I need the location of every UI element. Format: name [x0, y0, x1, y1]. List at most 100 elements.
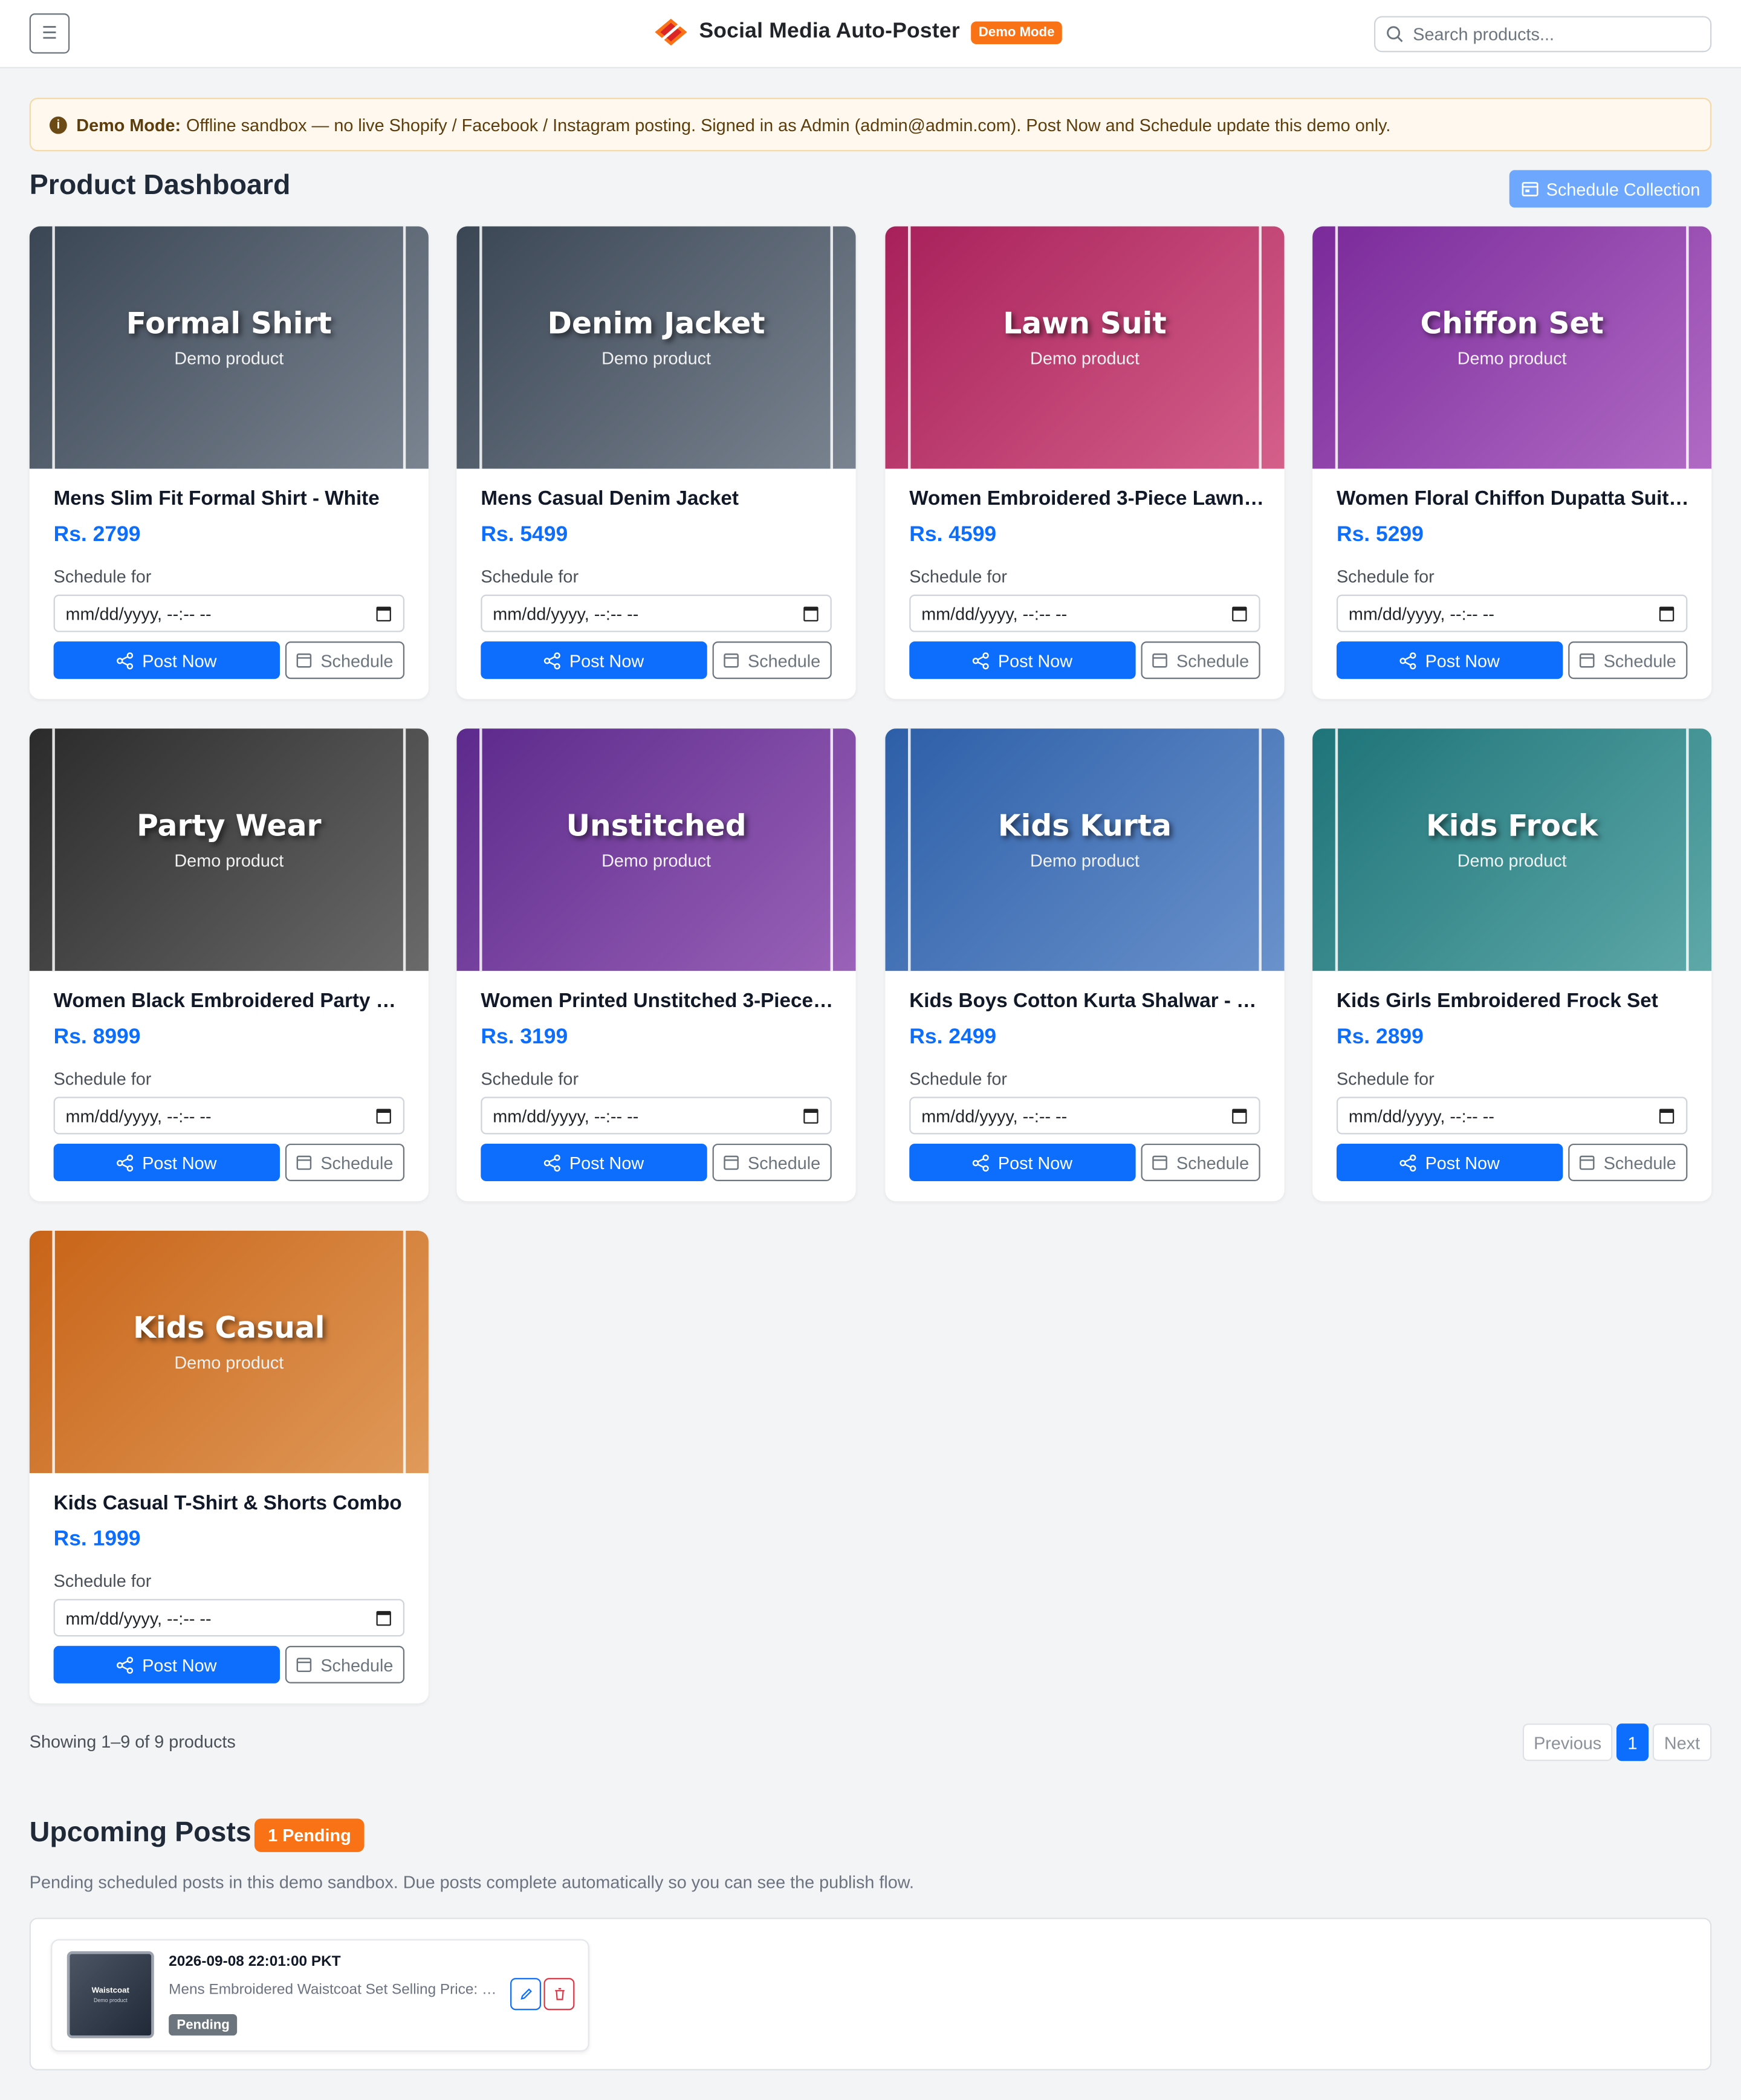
product-price: Rs. 2499: [909, 1025, 997, 1049]
schedule-datetime-input[interactable]: mm/dd/yyyy, --:-- --: [53, 1097, 405, 1135]
calendar-picker-icon[interactable]: [376, 606, 391, 621]
product-image-title: Lawn Suit: [1003, 308, 1167, 342]
calendar-picker-icon[interactable]: [1232, 1109, 1247, 1124]
schedule-button[interactable]: Schedule: [1568, 1143, 1688, 1181]
menu-toggle-button[interactable]: ☰: [29, 13, 70, 54]
datetime-placeholder: mm/dd/yyyy, --:-- --: [921, 1105, 1068, 1126]
hamburger-icon: ☰: [42, 22, 57, 43]
post-now-label: Post Now: [997, 650, 1073, 670]
schedule-button[interactable]: Schedule: [712, 641, 832, 679]
post-caption-preview: Mens Embroidered Waistcoat Set Selling P…: [169, 1982, 501, 1998]
post-now-button[interactable]: Post Now: [909, 641, 1136, 679]
post-now-button[interactable]: Post Now: [481, 1143, 707, 1181]
schedule-datetime-input[interactable]: mm/dd/yyyy, --:-- --: [53, 594, 405, 632]
calendar-picker-icon[interactable]: [1659, 1109, 1675, 1124]
product-card: Kids Casual Demo product Kids Casual T-Shi…: [29, 1230, 429, 1703]
schedule-button[interactable]: Schedule: [1141, 1143, 1260, 1181]
schedule-datetime-input[interactable]: mm/dd/yyyy, --:-- --: [1336, 1097, 1688, 1135]
schedule-datetime-input[interactable]: mm/dd/yyyy, --:-- --: [909, 594, 1260, 632]
schedule-for-label: Schedule for: [909, 566, 1007, 587]
schedule-for-label: Schedule for: [1336, 1068, 1435, 1089]
product-image-subtitle: Demo product: [174, 348, 284, 369]
schedule-datetime-input[interactable]: mm/dd/yyyy, --:-- --: [1336, 594, 1688, 632]
product-image-title: Chiffon Set: [1420, 308, 1604, 342]
product-name: Kids Girls Embroidered Frock Set: [1336, 990, 1658, 1013]
pagination-next[interactable]: Next: [1652, 1723, 1712, 1761]
post-now-button[interactable]: Post Now: [1336, 1143, 1563, 1181]
edit-post-button[interactable]: [510, 1978, 542, 2011]
post-scheduled-time: 2026-09-08 22:01:00 PKT: [169, 1954, 341, 1970]
pagination-page-1[interactable]: 1: [1616, 1723, 1649, 1761]
schedule-label: Schedule: [1603, 650, 1676, 670]
schedule-for-label: Schedule for: [481, 1068, 579, 1089]
product-name: Women Embroidered 3-Piece Lawn Suit: [909, 487, 1265, 511]
datetime-placeholder: mm/dd/yyyy, --:-- --: [65, 1105, 212, 1126]
schedule-button[interactable]: Schedule: [712, 1143, 832, 1181]
top-navbar: ☰ Social Media Auto-Poster Demo Mode: [0, 0, 1741, 68]
post-now-button[interactable]: Post Now: [53, 1143, 280, 1181]
calendar-picker-icon[interactable]: [803, 1109, 819, 1124]
pencil-icon: [520, 1988, 531, 2000]
product-image[interactable]: Kids Frock Demo product: [1312, 728, 1712, 971]
schedule-label: Schedule: [320, 650, 394, 670]
schedule-for-label: Schedule for: [53, 566, 152, 587]
product-price: Rs. 2799: [53, 523, 141, 546]
schedule-collection-button[interactable]: Schedule Collection: [1509, 170, 1712, 208]
product-image[interactable]: Lawn Suit Demo product: [885, 226, 1285, 469]
delete-post-button[interactable]: [543, 1978, 575, 2011]
schedule-label: Schedule: [1603, 1152, 1676, 1173]
product-image-title: Kids Casual: [133, 1312, 325, 1346]
product-card: Chiffon Set Demo product Women Floral Chif…: [1312, 226, 1712, 699]
calendar-picker-icon[interactable]: [376, 1611, 391, 1626]
product-card: Kids Frock Demo product Kids Girls Embroid…: [1312, 728, 1712, 1202]
post-now-button[interactable]: Post Now: [53, 641, 280, 679]
upcoming-posts-panel: Waistcoat Demo product 2026-09-08 22:01:…: [29, 1917, 1712, 2071]
search-box[interactable]: [1374, 16, 1712, 53]
schedule-datetime-input[interactable]: mm/dd/yyyy, --:-- --: [481, 1097, 832, 1135]
post-now-button[interactable]: Post Now: [909, 1143, 1136, 1181]
calendar-icon: [297, 1658, 313, 1673]
calendar-picker-icon[interactable]: [803, 606, 819, 621]
product-image-title: Denim Jacket: [547, 308, 765, 342]
schedule-datetime-input[interactable]: mm/dd/yyyy, --:-- --: [909, 1097, 1260, 1135]
schedule-button[interactable]: Schedule: [285, 1143, 405, 1181]
post-now-button[interactable]: Post Now: [53, 1645, 280, 1684]
product-image[interactable]: Kids Casual Demo product: [29, 1230, 429, 1473]
search-icon: [1387, 26, 1403, 42]
product-image[interactable]: Denim Jacket Demo product: [456, 226, 856, 469]
schedule-button[interactable]: Schedule: [1568, 641, 1688, 679]
schedule-datetime-input[interactable]: mm/dd/yyyy, --:-- --: [481, 594, 832, 632]
schedule-button[interactable]: Schedule: [285, 641, 405, 679]
product-image[interactable]: Party Wear Demo product: [29, 728, 429, 971]
schedule-button[interactable]: Schedule: [285, 1645, 405, 1684]
post-now-button[interactable]: Post Now: [1336, 641, 1563, 679]
datetime-placeholder: mm/dd/yyyy, --:-- --: [921, 603, 1068, 624]
share-icon: [544, 652, 561, 669]
share-icon: [1399, 652, 1416, 669]
product-image[interactable]: Chiffon Set Demo product: [1312, 226, 1712, 469]
product-image[interactable]: Unstitched Demo product: [456, 728, 856, 971]
upcoming-posts-description: Pending scheduled posts in this demo san…: [29, 1872, 915, 1893]
product-image-title: Formal Shirt: [126, 308, 332, 342]
post-now-label: Post Now: [997, 1152, 1073, 1173]
pagination: Previous 1 Next: [1522, 1723, 1712, 1761]
post-now-label: Post Now: [142, 650, 217, 670]
brand[interactable]: Social Media Auto-Poster Demo Mode: [653, 16, 1063, 48]
calendar-picker-icon[interactable]: [1659, 606, 1675, 621]
search-input[interactable]: [1413, 24, 1681, 45]
product-price: Rs. 1999: [53, 1528, 141, 1551]
schedule-button[interactable]: Schedule: [1141, 641, 1260, 679]
product-price: Rs. 5299: [1336, 523, 1424, 546]
pagination-previous[interactable]: Previous: [1522, 1723, 1613, 1761]
demo-mode-alert: i Demo Mode: Offline sandbox — no live S…: [29, 97, 1712, 152]
product-image[interactable]: Formal Shirt Demo product: [29, 226, 429, 469]
product-card: Party Wear Demo product Women Black Embroi…: [29, 728, 429, 1202]
pending-count-badge: 1 Pending: [254, 1818, 365, 1852]
page-title: Product Dashboard: [29, 170, 291, 201]
post-now-button[interactable]: Post Now: [481, 641, 707, 679]
product-image[interactable]: Kids Kurta Demo product: [885, 728, 1285, 971]
calendar-picker-icon[interactable]: [1232, 606, 1247, 621]
schedule-datetime-input[interactable]: mm/dd/yyyy, --:-- --: [53, 1599, 405, 1637]
datetime-placeholder: mm/dd/yyyy, --:-- --: [493, 1105, 639, 1126]
calendar-picker-icon[interactable]: [376, 1109, 391, 1124]
